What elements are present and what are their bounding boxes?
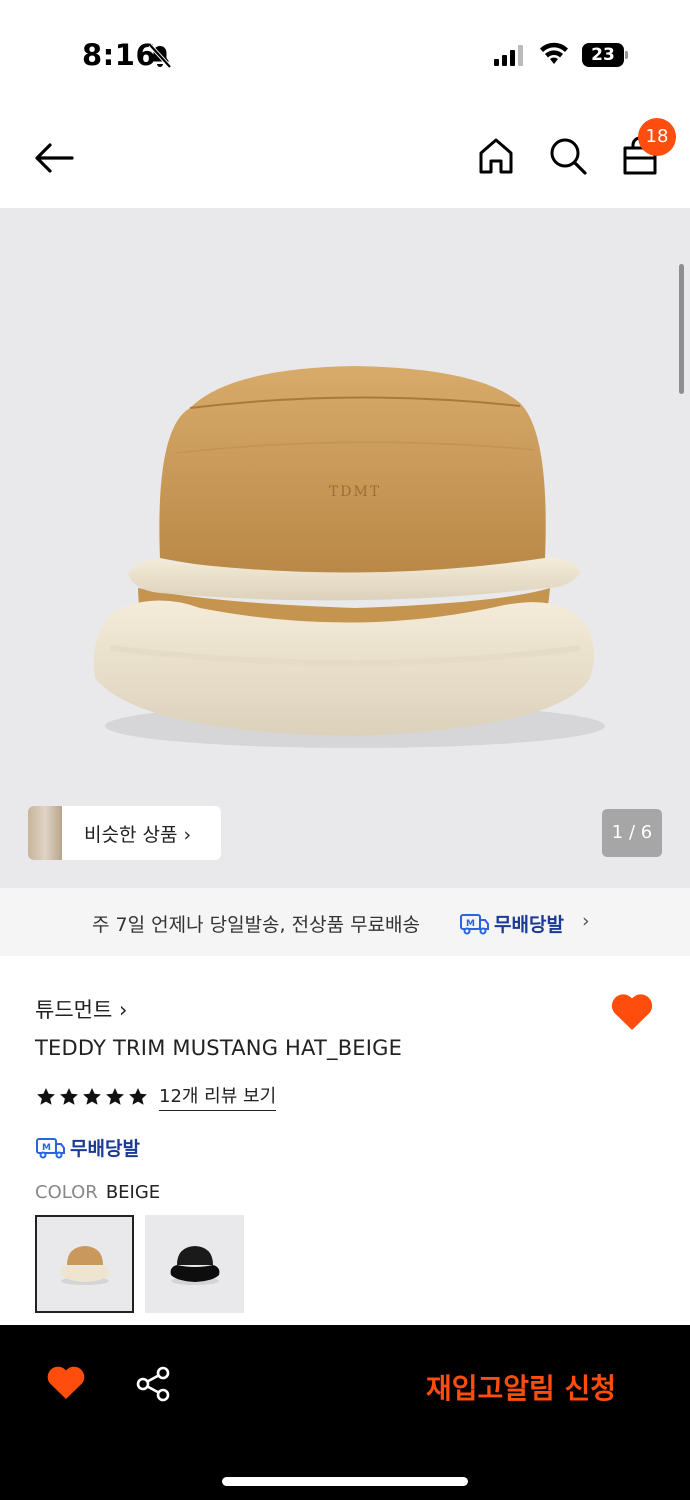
color-swatch-black[interactable]	[145, 1215, 244, 1313]
cell-signal-icon	[494, 45, 523, 66]
black-hat-thumbnail	[170, 1246, 220, 1285]
free-shipping-badge-text: 무배당발	[70, 1138, 140, 1160]
chevron-right-icon: ›	[582, 910, 590, 932]
battery-indicator: 23	[582, 43, 628, 67]
color-swatch-beige[interactable]	[35, 1215, 134, 1313]
review-link[interactable]: 12개 리뷰 보기	[159, 1082, 277, 1111]
wishlist-heart-icon[interactable]	[46, 1365, 86, 1401]
beige-hat-thumbnail	[60, 1246, 110, 1285]
svg-text:M: M	[42, 1143, 51, 1153]
color-selection: COLOR BEIGE	[35, 1182, 160, 1203]
color-label: COLOR	[35, 1182, 98, 1203]
cart-count-badge[interactable]: 18	[638, 118, 676, 156]
star-icon	[83, 1087, 101, 1105]
free-shipping-logo: M 무배당발	[460, 910, 564, 937]
restock-alert-button[interactable]: 재입고알림 신청	[426, 1367, 616, 1407]
star-icon	[37, 1087, 55, 1105]
similar-products-label: 비슷한 상품 ›	[84, 824, 192, 846]
wishlist-heart-icon[interactable]	[610, 992, 654, 1032]
share-icon[interactable]	[134, 1365, 172, 1403]
delivery-truck-icon: M	[36, 1137, 65, 1158]
similar-products-button[interactable]: 비슷한 상품 ›	[28, 806, 221, 860]
star-icon	[129, 1087, 147, 1105]
star-icon	[106, 1087, 124, 1105]
brand-link[interactable]: 튜드먼트 ›	[35, 994, 127, 1024]
svg-text:M: M	[466, 919, 475, 929]
rating-row: 12개 리뷰 보기	[36, 1082, 277, 1111]
bell-muted-icon	[148, 43, 172, 69]
search-icon[interactable]	[548, 136, 588, 176]
star-icon	[60, 1087, 78, 1105]
hat-logo-text: TDMT	[329, 484, 381, 500]
scroll-indicator	[679, 264, 684, 394]
home-icon[interactable]	[476, 136, 516, 176]
image-counter: 1 / 6	[602, 809, 662, 857]
free-shipping-badge: M 무배당발	[36, 1134, 140, 1161]
status-bar: 8:16 23	[0, 0, 690, 110]
back-arrow-icon[interactable]	[32, 138, 76, 178]
delivery-truck-icon: M	[460, 913, 489, 934]
free-shipping-logo-text: 무배당발	[494, 914, 564, 936]
bottom-action-bar: 재입고알림 신청	[0, 1325, 690, 1500]
product-title: TEDDY TRIM MUSTANG HAT_BEIGE	[35, 1036, 403, 1060]
similar-thumbnail	[28, 806, 62, 860]
top-nav: 18	[0, 110, 690, 208]
color-value: BEIGE	[105, 1182, 161, 1203]
battery-level: 23	[582, 43, 624, 67]
shipping-text: 주 7일 언제나 당일발송, 전상품 무료배송	[92, 914, 421, 936]
product-image-gallery[interactable]: TDMT 비슷한 상품 › 1 / 6	[0, 208, 690, 888]
product-image: TDMT	[93, 366, 605, 748]
wifi-icon	[540, 42, 568, 64]
home-indicator	[222, 1477, 468, 1486]
shipping-banner[interactable]: 주 7일 언제나 당일발송, 전상품 무료배송 M 무배당발 ›	[0, 888, 690, 956]
